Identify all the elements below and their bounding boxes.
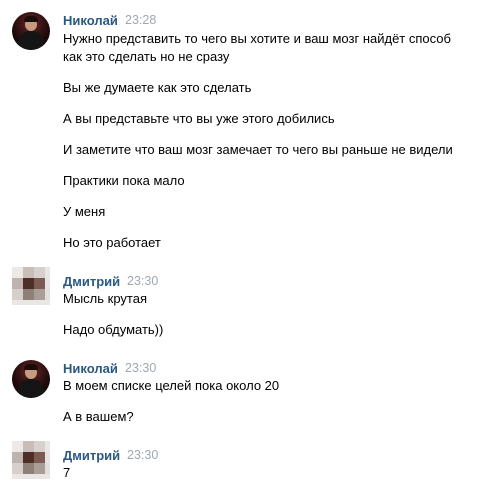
message-text: Мысль крутая (63, 291, 147, 306)
message-text: А в вашем? (63, 409, 134, 424)
message-text: И заметите что ваш мозг замечает то чего… (63, 142, 453, 157)
message-text: Надо обдумать)) (63, 322, 164, 337)
message-text: Но это работает (63, 235, 161, 250)
author-name[interactable]: Николай (63, 13, 118, 28)
message-text: Нужно представить то чего вы хотите и ва… (63, 31, 451, 46)
author-name[interactable]: Дмитрий (63, 274, 120, 289)
message-text: Практики пока мало (63, 173, 185, 188)
message-time[interactable]: 23:30 (127, 274, 158, 288)
message-time[interactable]: 23:28 (125, 13, 156, 27)
avatar[interactable] (12, 441, 50, 479)
avatar[interactable] (12, 12, 50, 50)
avatar[interactable] (12, 267, 50, 305)
message-time[interactable]: 23:30 (125, 361, 156, 375)
author-name[interactable]: Дмитрий (63, 448, 120, 463)
message-text: В моем списке целей пока около 20 (63, 378, 280, 393)
message-text: Вы же думаете как это сделать (63, 80, 252, 95)
message-text: У меня (63, 204, 106, 219)
message-text: как это сделать но не сразу (63, 49, 230, 64)
message-feed: Николай 23:28 Нужно представить то чего … (0, 0, 497, 493)
message-text: А вы представьте что вы уже этого добили… (63, 111, 335, 126)
message-text: 7 (63, 465, 71, 480)
message-time[interactable]: 23:30 (127, 448, 158, 462)
author-name[interactable]: Николай (63, 361, 118, 376)
avatar[interactable] (12, 360, 50, 398)
